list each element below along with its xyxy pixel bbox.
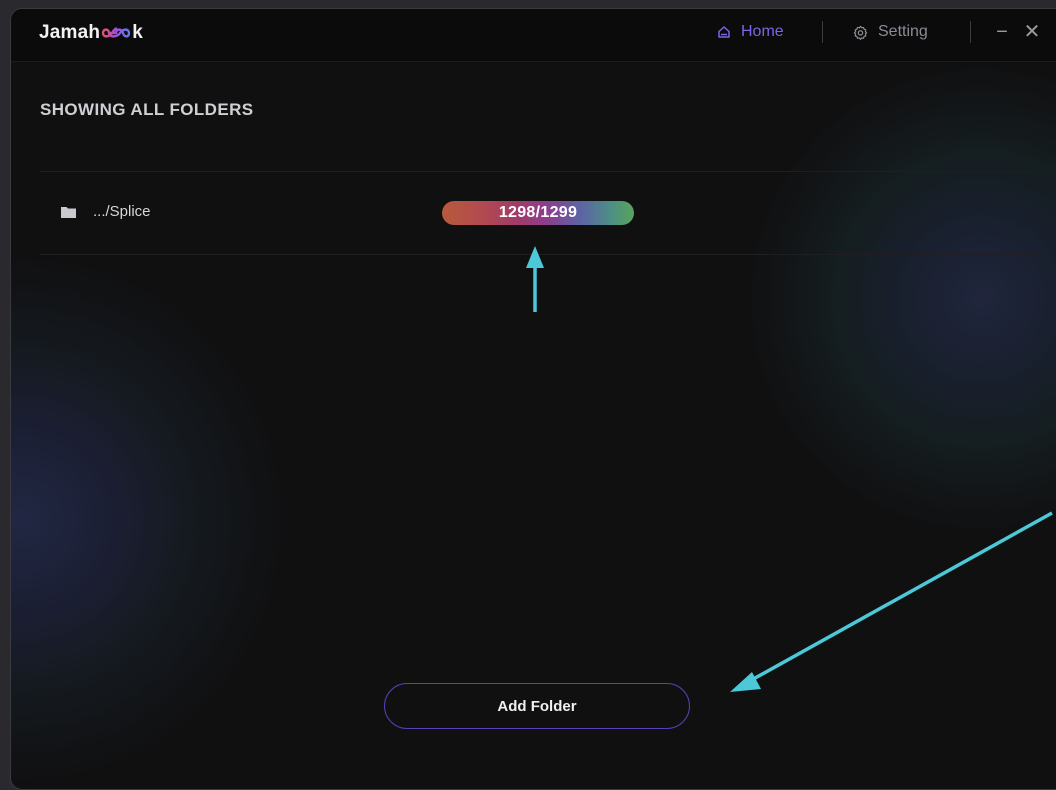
nav-separator [970,21,971,43]
brand-text-suffix: k [132,22,143,43]
gear-icon [853,25,868,40]
brand-text-prefix: Jamah [39,22,101,43]
folder-name: .../Splice [93,203,151,220]
close-button[interactable]: ✕ [1021,19,1043,45]
background-glow-left [11,259,281,779]
folder-icon [61,207,76,218]
progress-label: 1298/1299 [498,204,578,221]
nav-home-label: Home [741,23,784,40]
background-glow-right [751,69,1056,529]
minimize-button[interactable]: − [991,19,1013,45]
title-bar[interactable]: Jamah k Home Setting − ✕ [11,9,1056,62]
app-brand: Jamah k [39,22,143,44]
nav-setting[interactable]: Setting [853,23,928,41]
app-window: Jamah k Home Setting − ✕ SHOWING ALL FOL… [10,8,1056,790]
page-title: SHOWING ALL FOLDERS [40,100,254,119]
nav-setting-label: Setting [878,23,928,40]
add-folder-button[interactable]: Add Folder [384,683,690,729]
folder-progress-bar: 1298/1299 [442,201,634,225]
row-divider [40,254,1035,255]
nav-home[interactable]: Home [717,23,784,41]
infinity-logo-icon [102,27,131,38]
folder-row[interactable]: .../Splice 1298/1299 [40,172,1035,254]
home-icon [718,26,730,38]
nav-separator [822,21,823,43]
